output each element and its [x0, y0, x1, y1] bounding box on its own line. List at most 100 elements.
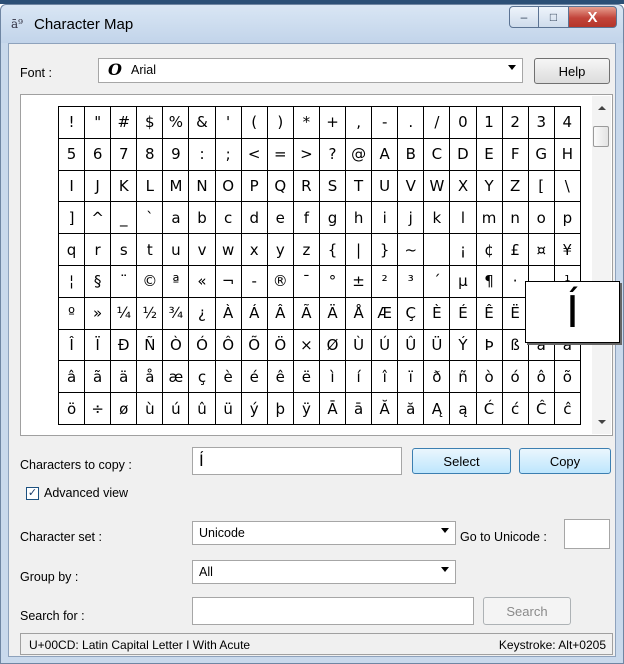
character-cell[interactable]: Ć [476, 393, 503, 425]
character-cell[interactable]: O [215, 170, 242, 203]
character-cell[interactable]: Ò [163, 329, 190, 362]
character-cell[interactable]: Ă [372, 393, 399, 425]
character-cell[interactable]: 7 [111, 138, 138, 171]
character-cell[interactable]: o [528, 202, 555, 235]
character-cell[interactable]: Ñ [137, 329, 164, 362]
character-cell[interactable]: m [476, 202, 503, 235]
character-cell[interactable]: + [319, 107, 347, 139]
character-cell[interactable]: é [241, 361, 268, 394]
character-cell[interactable]: ò [476, 361, 503, 394]
character-cell[interactable]: = [267, 138, 294, 171]
character-cell[interactable]: ¦ [59, 265, 86, 298]
character-cell[interactable]: : [189, 138, 216, 171]
character-cell[interactable]: F [502, 138, 529, 171]
character-cell[interactable]: í [346, 361, 373, 394]
character-cell[interactable]: z [293, 234, 320, 266]
character-cell[interactable]: n [502, 202, 529, 235]
character-cell[interactable]: G [528, 138, 555, 171]
character-cell[interactable]: R [293, 170, 320, 203]
character-cell[interactable]: < [241, 138, 268, 171]
character-cell[interactable]: Ý [450, 329, 477, 362]
character-cell[interactable]: / [424, 107, 451, 139]
character-cell[interactable]: ñ [450, 361, 477, 394]
character-cell[interactable]: ý [241, 393, 268, 425]
character-cell[interactable]: t [137, 234, 164, 266]
character-cell[interactable]: Ö [267, 329, 294, 362]
character-cell[interactable]: è [215, 361, 242, 394]
close-button[interactable]: X [569, 6, 617, 28]
go-to-unicode-input[interactable] [564, 519, 610, 549]
character-cell[interactable]: s [111, 234, 138, 266]
character-cell[interactable]: È [424, 297, 451, 330]
search-button[interactable]: Search [483, 597, 571, 625]
character-cell[interactable]: $ [137, 107, 164, 139]
character-cell[interactable]: É [450, 297, 477, 330]
character-cell[interactable]: Õ [241, 329, 268, 362]
character-cell[interactable]: ã [85, 361, 112, 394]
character-cell[interactable]: Å [346, 297, 373, 330]
character-cell[interactable]: ¬ [215, 265, 242, 298]
character-cell[interactable]: ô [528, 361, 555, 394]
character-cell[interactable]: ā [346, 393, 373, 425]
character-cell[interactable]: ³ [398, 265, 425, 298]
character-cell[interactable]: h [346, 202, 373, 235]
character-cell[interactable]: Æ [372, 297, 399, 330]
advanced-view-toggle[interactable]: ✓ Advanced view [26, 486, 128, 500]
character-cell[interactable]: ä [111, 361, 138, 394]
character-cell[interactable]: * [293, 107, 320, 139]
character-cell[interactable]: [ [528, 170, 555, 203]
character-cell[interactable]: ~ [398, 234, 425, 266]
character-cell[interactable]: Z [502, 170, 529, 203]
character-cell[interactable]: ; [215, 138, 242, 171]
character-cell[interactable]: ` [137, 202, 164, 235]
character-cell[interactable]: ) [267, 107, 294, 139]
character-cell[interactable]: @ [346, 138, 373, 171]
character-cell[interactable]: J [85, 170, 112, 203]
character-cell[interactable]: Y [476, 170, 503, 203]
character-cell[interactable]: 3 [528, 107, 555, 139]
character-cell[interactable]: « [189, 265, 216, 298]
character-cell[interactable]: 0 [450, 107, 477, 139]
character-cell[interactable]: ð [424, 361, 451, 394]
character-cell[interactable]: ° [319, 265, 347, 298]
character-cell[interactable]: Ĉ [528, 393, 555, 425]
character-cell[interactable]: v [189, 234, 216, 266]
character-cell[interactable]: î [372, 361, 399, 394]
character-cell[interactable]: µ [450, 265, 477, 298]
character-cell[interactable]: ( [241, 107, 268, 139]
character-cell[interactable]: ¼ [111, 297, 138, 330]
character-cell[interactable]: ć [502, 393, 529, 425]
character-cell[interactable]: × [293, 329, 320, 362]
grid-scrollbar[interactable] [592, 96, 611, 434]
character-cell[interactable]: ½ [137, 297, 164, 330]
character-cell[interactable]: Ú [372, 329, 399, 362]
character-cell[interactable]: ª [163, 265, 190, 298]
character-cell[interactable]: . [398, 107, 425, 139]
character-cell[interactable]: x [241, 234, 268, 266]
character-cell[interactable]: y [267, 234, 294, 266]
character-cell[interactable]: 6 [85, 138, 112, 171]
character-cell[interactable]: H [554, 138, 581, 171]
character-cell[interactable]: å [137, 361, 164, 394]
character-cell[interactable]: ¢ [476, 234, 503, 266]
select-button[interactable]: Select [412, 448, 511, 474]
character-cell[interactable]: Á [241, 297, 268, 330]
character-cell[interactable]: 2 [502, 107, 529, 139]
scroll-down-arrow-icon[interactable] [598, 420, 606, 424]
character-cell[interactable]: U [372, 170, 399, 203]
character-cell[interactable]: , [346, 107, 373, 139]
character-cell[interactable]: æ [163, 361, 190, 394]
characters-to-copy-input[interactable]: Í [192, 447, 402, 475]
character-cell[interactable]: g [319, 202, 347, 235]
character-cell[interactable]: Ï [85, 329, 112, 362]
character-cell[interactable]: § [85, 265, 112, 298]
character-cell[interactable]: & [189, 107, 216, 139]
search-input[interactable] [192, 597, 474, 625]
character-cell[interactable]: ù [137, 393, 164, 425]
character-cell[interactable]: ® [267, 265, 294, 298]
character-cell[interactable]: b [189, 202, 216, 235]
character-cell[interactable]: 5 [59, 138, 86, 171]
character-cell[interactable]: " [85, 107, 112, 139]
character-cell[interactable]: 4 [554, 107, 581, 139]
scroll-up-arrow-icon[interactable] [598, 106, 606, 110]
